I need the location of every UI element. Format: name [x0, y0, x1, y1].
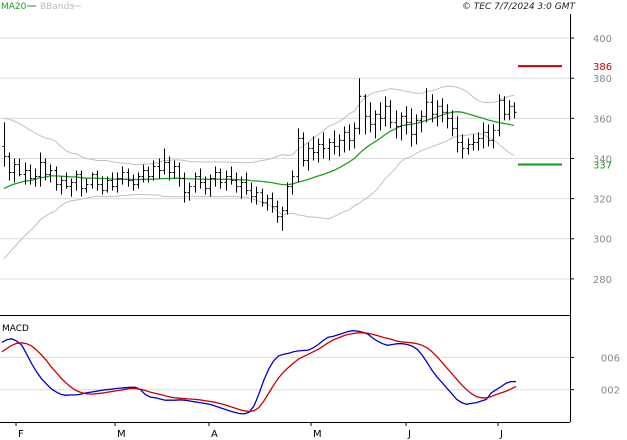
- x-tick-label: J: [499, 429, 503, 440]
- macd-y-tick-label: 006: [601, 353, 620, 364]
- macd-line: [1, 330, 516, 415]
- price-y-tick-label: 380: [593, 74, 612, 85]
- x-tick-label: M: [117, 429, 126, 440]
- macd-title: MACD: [2, 324, 29, 334]
- price-y-tick-label: 360: [593, 114, 612, 125]
- price-y-tick-label: 320: [593, 195, 612, 206]
- x-tick-label: M: [313, 429, 322, 440]
- x-axis: FMAMJJ: [15, 422, 503, 440]
- price-y-tick-label: 280: [593, 275, 612, 286]
- legend-bbands: BBands: [40, 2, 74, 12]
- copyright-text: © TEC 7/7/2024 3:0 GMT: [462, 2, 577, 12]
- price-y-tick-label: 300: [593, 235, 612, 246]
- price-y-tick-label: 340: [593, 154, 612, 165]
- price-panel: 386337 280300320340360380400: [0, 14, 612, 315]
- macd-y-tick-label: 002: [601, 386, 620, 397]
- macd-lines: [1, 330, 517, 415]
- x-tick-label: A: [211, 429, 218, 440]
- level-label: 386: [593, 62, 612, 73]
- price-plot-frame: [0, 14, 570, 315]
- macd-panel: 002 006 MACD: [0, 324, 620, 415]
- legend-ma20: MA20: [1, 2, 27, 12]
- macd-grid: [0, 356, 570, 391]
- price-y-tick-label: 400: [593, 34, 612, 45]
- x-tick-label: J: [407, 429, 411, 440]
- stock-chart: MA20 BBands © TEC 7/7/2024 3:0 GMT 38633…: [0, 2, 620, 440]
- signal-line: [1, 332, 517, 413]
- x-tick-label: F: [18, 429, 24, 440]
- macd-y-axis: 002 006: [570, 353, 620, 397]
